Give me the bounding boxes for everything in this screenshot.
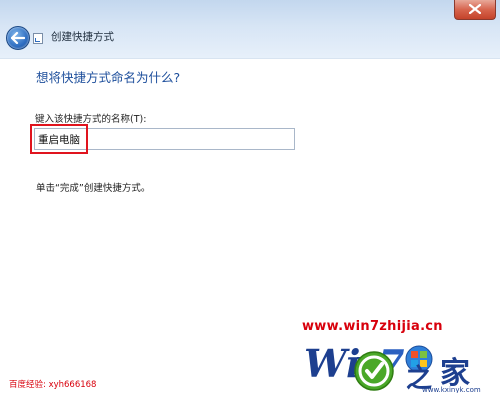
create-shortcut-window: 创建快捷方式 想将快捷方式命名为什么? 键入该快捷方式的名称(T): 单击“完成…: [0, 0, 500, 396]
shortcut-name-input[interactable]: [34, 128, 295, 150]
baidu-experience-credit: 百度经验: xyh666168: [9, 380, 97, 390]
back-button[interactable]: [6, 26, 30, 50]
svg-text:Wi: Wi: [304, 341, 360, 386]
finish-hint-text: 单击“完成”创建快捷方式。: [36, 183, 151, 194]
svg-text:www.kxinyk.com: www.kxinyk.com: [422, 386, 481, 393]
title-bar: 创建快捷方式: [0, 0, 500, 59]
watermark-site-url: www.win7zhijia.cn: [302, 319, 443, 334]
page-heading: 想将快捷方式命名为什么?: [36, 70, 181, 85]
close-button[interactable]: [454, 0, 496, 20]
shortcut-wizard-icon: [33, 33, 43, 44]
name-field-label: 键入该快捷方式的名称(T):: [35, 114, 147, 125]
window-title: 创建快捷方式: [51, 31, 114, 43]
win7zhijia-logo: Wi n 7 之 家 www.kxinyk.com: [304, 341, 481, 393]
